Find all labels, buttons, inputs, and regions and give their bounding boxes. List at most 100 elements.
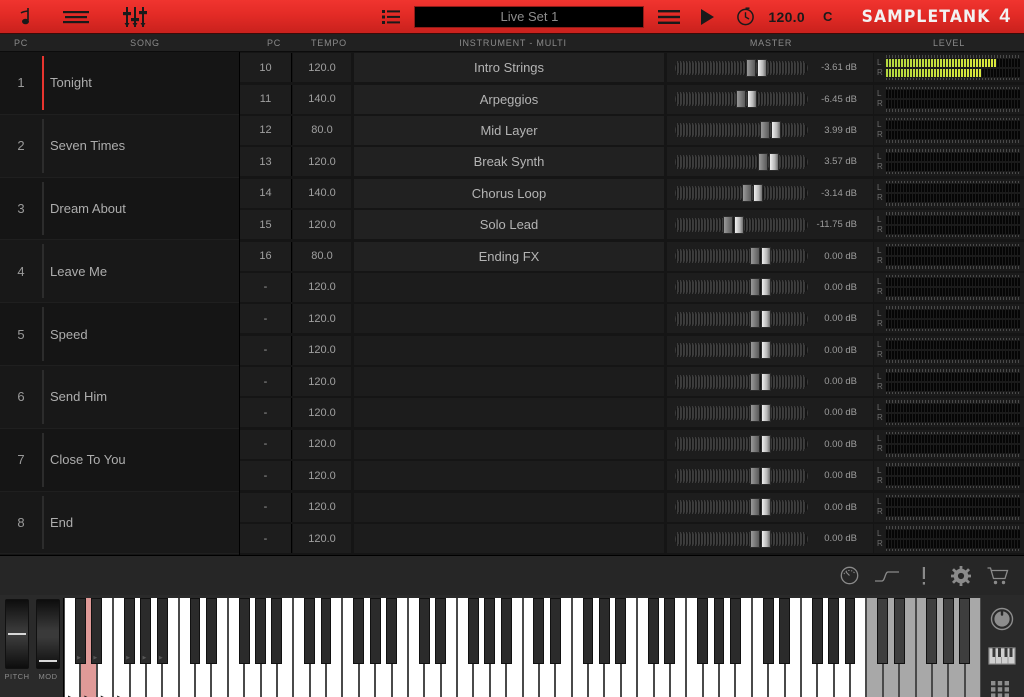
piano-black-key[interactable] — [271, 598, 282, 664]
instrument-name-cell[interactable] — [354, 493, 664, 522]
song-row[interactable]: 5Speed — [0, 303, 239, 366]
song-row[interactable]: 1Tonight — [0, 52, 239, 115]
piano-black-key[interactable] — [353, 598, 364, 664]
instrument-name-cell[interactable]: Ending FX — [354, 242, 664, 271]
piano-black-key[interactable] — [599, 598, 610, 664]
instrument-pc-cell[interactable]: 10 — [240, 53, 292, 82]
pads-grid-icon[interactable] — [990, 680, 1014, 697]
master-volume-slider[interactable] — [675, 403, 808, 423]
instrument-pc-cell[interactable]: 12 — [240, 116, 292, 145]
master-volume-slider[interactable] — [675, 183, 808, 203]
piano-black-key[interactable] — [812, 598, 823, 664]
slider-handle[interactable] — [750, 404, 772, 422]
instrument-pc-cell[interactable]: - — [240, 398, 292, 427]
instrument-row[interactable]: -120.00.00 dBLR — [240, 491, 1024, 522]
master-volume-cell[interactable]: 0.00 dB — [667, 493, 873, 522]
instrument-tempo-cell[interactable]: 120.0 — [293, 336, 351, 365]
instrument-name-cell[interactable]: Mid Layer — [354, 116, 664, 145]
tempo-value[interactable]: 120.0 — [762, 9, 811, 25]
master-volume-cell[interactable]: 3.99 dB — [667, 116, 873, 145]
piano-black-key[interactable] — [533, 598, 544, 664]
slider-handle[interactable] — [750, 467, 772, 485]
master-volume-slider[interactable] — [675, 89, 808, 109]
master-volume-cell[interactable]: 0.00 dB — [667, 398, 873, 427]
instrument-pc-cell[interactable]: - — [240, 304, 292, 333]
instrument-name-cell[interactable] — [354, 461, 664, 490]
play-icon[interactable] — [686, 0, 728, 34]
slider-handle[interactable] — [736, 90, 758, 108]
instrument-row[interactable]: 13120.0Break Synth3.57 dBLR — [240, 146, 1024, 177]
master-volume-slider[interactable] — [675, 466, 808, 486]
master-volume-cell[interactable]: 0.00 dB — [667, 304, 873, 333]
piano-black-key[interactable] — [370, 598, 381, 664]
master-volume-cell[interactable]: 0.00 dB — [667, 461, 873, 490]
instrument-tempo-cell[interactable]: 80.0 — [293, 242, 351, 271]
exclamation-icon[interactable] — [905, 561, 942, 591]
piano-black-key[interactable] — [419, 598, 430, 664]
master-volume-slider[interactable] — [675, 277, 808, 297]
master-volume-slider[interactable] — [675, 372, 808, 392]
song-row[interactable]: 3Dream About — [0, 178, 239, 241]
instrument-row[interactable]: 11140.0Arpeggios-6.45 dBLR — [240, 83, 1024, 114]
master-volume-slider[interactable] — [675, 434, 808, 454]
instrument-tempo-cell[interactable]: 120.0 — [293, 210, 351, 239]
instrument-row[interactable]: -120.00.00 dBLR — [240, 460, 1024, 491]
instrument-name-cell[interactable]: Solo Lead — [354, 210, 664, 239]
piano-black-key[interactable] — [304, 598, 315, 664]
piano-black-key[interactable] — [386, 598, 397, 664]
slider-handle[interactable] — [746, 59, 768, 77]
cart-icon[interactable] — [979, 561, 1016, 591]
piano-black-key[interactable] — [615, 598, 626, 664]
instrument-pc-cell[interactable]: 14 — [240, 179, 292, 208]
piano-black-key[interactable] — [779, 598, 790, 664]
gear-icon[interactable] — [942, 561, 979, 591]
instrument-row[interactable]: -120.00.00 dBLR — [240, 335, 1024, 366]
instrument-pc-cell[interactable]: - — [240, 367, 292, 396]
piano-black-key[interactable]: ▶ — [140, 598, 151, 664]
piano-black-key[interactable] — [697, 598, 708, 664]
slider-handle[interactable] — [750, 341, 772, 359]
slider-handle[interactable] — [758, 153, 780, 171]
instrument-name-cell[interactable]: Intro Strings — [354, 53, 664, 82]
master-volume-cell[interactable]: 0.00 dB — [667, 367, 873, 396]
instrument-pc-cell[interactable]: - — [240, 273, 292, 302]
instrument-tempo-cell[interactable]: 120.0 — [293, 367, 351, 396]
key-signature-value[interactable]: C — [811, 9, 842, 24]
master-volume-cell[interactable]: 3.57 dB — [667, 147, 873, 176]
slider-handle[interactable] — [750, 278, 772, 296]
instrument-pc-cell[interactable]: 16 — [240, 242, 292, 271]
piano-black-key[interactable] — [828, 598, 839, 664]
master-volume-slider[interactable] — [675, 497, 808, 517]
piano-black-key[interactable]: ▶ — [91, 598, 102, 664]
instrument-tempo-cell[interactable]: 120.0 — [293, 398, 351, 427]
instrument-row[interactable]: 15120.0Solo Lead-11.75 dBLR — [240, 209, 1024, 240]
piano-black-key[interactable] — [763, 598, 774, 664]
live-set-name-field[interactable]: Live Set 1 — [414, 6, 644, 28]
master-volume-cell[interactable]: 0.00 dB — [667, 273, 873, 302]
master-volume-slider[interactable] — [675, 340, 808, 360]
instrument-name-cell[interactable] — [354, 304, 664, 333]
master-volume-cell[interactable]: -11.75 dB — [667, 210, 873, 239]
song-row[interactable]: 4Leave Me — [0, 240, 239, 303]
instrument-pc-cell[interactable]: 15 — [240, 210, 292, 239]
pitch-wheel[interactable]: PITCH — [4, 599, 30, 697]
piano-black-key[interactable] — [239, 598, 250, 664]
song-row[interactable]: 7Close To You — [0, 429, 239, 492]
list-lines-icon[interactable] — [46, 0, 106, 34]
instrument-row[interactable]: -120.00.00 dBLR — [240, 523, 1024, 554]
piano-black-key[interactable] — [255, 598, 266, 664]
keyboard-icon[interactable] — [988, 646, 1016, 666]
slider-handle[interactable] — [750, 498, 772, 516]
piano-black-key[interactable] — [894, 598, 905, 664]
slider-handle[interactable] — [760, 121, 782, 139]
instrument-name-cell[interactable] — [354, 336, 664, 365]
instrument-tempo-cell[interactable]: 120.0 — [293, 430, 351, 459]
instrument-pc-cell[interactable]: - — [240, 430, 292, 459]
instrument-tempo-cell[interactable]: 140.0 — [293, 85, 351, 114]
instrument-tempo-cell[interactable]: 120.0 — [293, 493, 351, 522]
instrument-pc-cell[interactable]: - — [240, 493, 292, 522]
piano-black-key[interactable] — [943, 598, 954, 664]
instrument-name-cell[interactable] — [354, 367, 664, 396]
piano-black-key[interactable]: ▶ — [124, 598, 135, 664]
piano-black-key[interactable] — [550, 598, 561, 664]
